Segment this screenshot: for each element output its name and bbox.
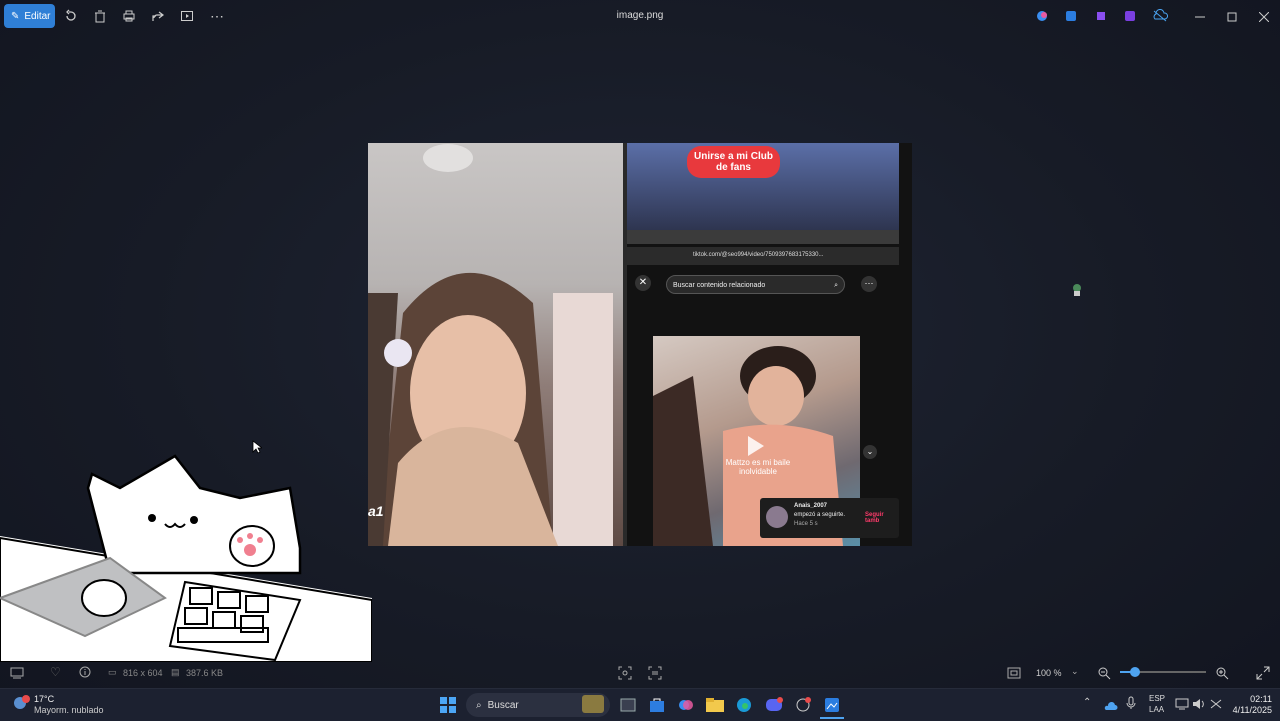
zoom-slider-thumb[interactable] bbox=[1130, 667, 1140, 677]
fullscreen-icon[interactable] bbox=[1256, 666, 1270, 682]
follow-back-button[interactable]: Seguir tamb bbox=[865, 512, 899, 524]
print-icon[interactable] bbox=[118, 5, 140, 27]
zoom-slider[interactable] bbox=[1120, 667, 1206, 677]
weather-temp: 17°C bbox=[34, 694, 55, 704]
close-button[interactable] bbox=[1248, 4, 1280, 30]
image-dimensions: 816 x 604 bbox=[123, 668, 163, 678]
chevron-up-icon[interactable]: ⌃ bbox=[1083, 697, 1091, 708]
fit-window-icon[interactable] bbox=[1007, 666, 1021, 682]
onedrive-icon[interactable] bbox=[1104, 698, 1118, 716]
edit-button-label: Editar bbox=[24, 10, 51, 22]
rotate-icon[interactable] bbox=[60, 5, 82, 27]
start-button[interactable] bbox=[436, 693, 460, 717]
chevron-down-icon[interactable]: ⌄ bbox=[863, 445, 877, 459]
address-text: tiktok.com/@seo994/video/750939768317533… bbox=[693, 252, 824, 258]
photos-edit-icon[interactable] bbox=[1060, 5, 1082, 27]
maximize-button[interactable] bbox=[1216, 4, 1248, 30]
copilot-icon[interactable] bbox=[1031, 5, 1053, 27]
app-icon[interactable] bbox=[791, 693, 815, 717]
network-icon[interactable] bbox=[1175, 697, 1189, 715]
more-icon[interactable]: ⋯ bbox=[206, 5, 228, 27]
notification-time: Hace 5 s bbox=[794, 521, 818, 527]
slideshow-icon[interactable] bbox=[176, 5, 198, 27]
language-code[interactable]: ESP bbox=[1149, 694, 1165, 703]
file-explorer-icon[interactable] bbox=[703, 693, 727, 717]
search-icon: ⌕ bbox=[476, 699, 482, 711]
search-icon: ⌕ bbox=[834, 282, 838, 289]
taskbar-search[interactable]: ⌕ Buscar bbox=[466, 693, 610, 717]
taskbar-search-label: Buscar bbox=[487, 699, 519, 711]
discord-icon[interactable] bbox=[762, 693, 786, 717]
delete-icon[interactable] bbox=[89, 5, 111, 27]
bongo-cat-overlay bbox=[0, 448, 373, 663]
info-icon[interactable] bbox=[79, 666, 91, 680]
crop-fit-icon[interactable] bbox=[618, 666, 632, 682]
browser-address-bar: tiktok.com/@seo994/video/750939768317533… bbox=[627, 247, 899, 265]
notification-action: empezó a seguirte. bbox=[794, 512, 846, 518]
copilot-icon[interactable] bbox=[674, 693, 698, 717]
clock-time[interactable]: 02:11 bbox=[1232, 694, 1272, 704]
file-size-icon: ▤ bbox=[171, 667, 180, 677]
filmstrip-icon[interactable] bbox=[10, 667, 24, 681]
language-layout[interactable]: LAA bbox=[1149, 705, 1164, 714]
fanclub-badge: Unirse a mi Club de fans bbox=[687, 146, 780, 178]
close-panel-icon[interactable]: ✕ bbox=[635, 275, 651, 291]
minimize-button[interactable] bbox=[1184, 4, 1216, 30]
notification-user: Anais_2007 bbox=[794, 503, 828, 509]
file-size: 387.6 KB bbox=[186, 668, 224, 678]
left-video-frame: a1 bbox=[368, 143, 623, 546]
desktop-pet-icon[interactable] bbox=[1070, 283, 1084, 297]
more-options-icon[interactable]: ⋯ bbox=[861, 276, 877, 292]
status-bar: ♡ ▭ 816 x 604 ▤ 387.6 KB 100 % ⌄ bbox=[0, 662, 1280, 686]
edit-icon: ✎ bbox=[11, 10, 20, 22]
edge-icon[interactable] bbox=[732, 693, 756, 717]
right-video-frame: Unirse a mi Club de fans tiktok.com/@seo… bbox=[627, 143, 912, 546]
zoom-in-icon[interactable] bbox=[1215, 666, 1229, 682]
search-related-placeholder: Buscar contenido relacionado bbox=[673, 282, 766, 289]
zoom-dropdown-icon[interactable]: ⌄ bbox=[1071, 666, 1079, 677]
ocr-icon[interactable] bbox=[648, 666, 662, 682]
weather-icon[interactable] bbox=[12, 695, 30, 713]
avatar bbox=[766, 506, 788, 528]
onedrive-off-icon[interactable] bbox=[1149, 5, 1171, 27]
image-size-icon: ▭ bbox=[108, 667, 117, 677]
search-related-input[interactable]: Buscar contenido relacionado ⌕ bbox=[666, 275, 845, 294]
video-caption: Mattzo es mi baile inolvidable bbox=[725, 458, 791, 476]
follow-notification[interactable]: Anais_2007 empezó a seguirte. Hace 5 s S… bbox=[760, 498, 899, 538]
favorite-icon[interactable]: ♡ bbox=[50, 665, 61, 679]
search-highlight-icon bbox=[582, 695, 604, 713]
zoom-level[interactable]: 100 % bbox=[1036, 668, 1062, 678]
taskbar: 17°C Mayorm. nublado ⌕ Buscar ⌃ ESP LAA bbox=[0, 688, 1280, 721]
zoom-out-icon[interactable] bbox=[1097, 666, 1111, 682]
image-viewer-canvas[interactable]: a1 Unirse a mi Club de fans tiktok.com/@… bbox=[368, 143, 912, 546]
browser-tab-strip bbox=[627, 230, 899, 244]
top-toolbar: ✎ Editar ⋯ image.png bbox=[0, 0, 1280, 34]
designer-icon[interactable] bbox=[1119, 5, 1141, 27]
task-view-icon[interactable] bbox=[616, 693, 640, 717]
clipchamp-icon[interactable] bbox=[1090, 5, 1112, 27]
clock-date[interactable]: 4/11/2025 bbox=[1222, 705, 1272, 715]
volume-icon[interactable] bbox=[1192, 697, 1206, 715]
store-icon[interactable] bbox=[645, 693, 669, 717]
battery-icon[interactable] bbox=[1209, 697, 1223, 715]
share-icon[interactable] bbox=[147, 5, 169, 27]
photos-app-icon[interactable] bbox=[820, 693, 844, 719]
edit-button[interactable]: ✎ Editar bbox=[4, 4, 55, 28]
microphone-icon[interactable] bbox=[1126, 696, 1136, 715]
window-title: image.png bbox=[616, 10, 664, 21]
weather-desc: Mayorm. nublado bbox=[34, 705, 104, 715]
